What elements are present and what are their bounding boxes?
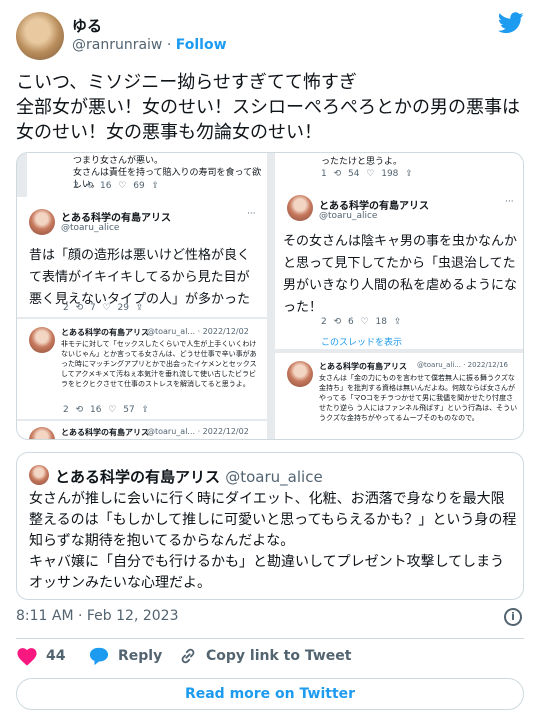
- twitter-bird-icon[interactable]: [498, 12, 524, 34]
- tweet-text: こいつ、ミソジニー拗らせすぎてて怖すぎ 全部女が悪い！女のせい！スシローぺろぺろ…: [16, 72, 520, 143]
- panel-meta: @toaru_ali... · 2022/12/16: [417, 361, 509, 369]
- panel-actions: 2 ⟲ 16 ♡ 69 ⇪: [73, 181, 160, 191]
- author-avatar[interactable]: [16, 12, 64, 60]
- panel-text: ったたけと思うよ。: [321, 157, 403, 167]
- tweet-timestamp[interactable]: 8:11 AM · Feb 12, 2023: [16, 608, 178, 624]
- panel-handle: @toaru_alice: [319, 211, 378, 221]
- panel-name: とある科学の有島アリス: [61, 213, 171, 224]
- image-panel-bottom-left: とある科学の有島アリス @toaru_al... · 2022/12/02 非モ…: [17, 319, 267, 419]
- separator-dot: ·: [166, 37, 172, 53]
- quoted-tweet[interactable]: とある科学の有島アリス @toaru_alice 女さんが推しに会いに行く時にダ…: [16, 452, 524, 600]
- show-thread-link: このスレッドを表示: [321, 338, 403, 348]
- copy-link-label: Copy link to Tweet: [206, 648, 352, 664]
- panel-handle: @toaru_alice: [61, 223, 120, 233]
- panel-actions: 2 ⟲ 7 ♡ 29 ⇪: [63, 303, 144, 313]
- quoted-author: とある科学の有島アリス @toaru_alice: [55, 466, 323, 487]
- read-more-button[interactable]: Read more on Twitter: [16, 678, 524, 710]
- heart-icon: [17, 648, 37, 666]
- panel-more-icon: ···: [505, 197, 514, 207]
- like-count: 44: [46, 648, 66, 664]
- panel-avatar: [29, 427, 55, 439]
- reply-button[interactable]: Reply: [88, 646, 162, 666]
- like-button[interactable]: 44: [16, 646, 65, 666]
- author-handle[interactable]: @ranrunraiw: [72, 37, 162, 53]
- panel-name: とある科学の有島アリス: [61, 328, 149, 337]
- divider: [16, 638, 524, 639]
- panel-actions: 1 ⟲ 54 ♡ 198 ⇪: [321, 169, 413, 179]
- panel-name: とある科学の有島アリス: [319, 201, 429, 212]
- copy-link-button[interactable]: Copy link to Tweet: [178, 646, 351, 666]
- panel-meta: @toaru_al... · 2022/12/02: [147, 427, 249, 436]
- author-handle-line: @ranrunraiw · Follow: [72, 37, 227, 53]
- panel-avatar: [29, 327, 55, 353]
- panel-text: 女さんは「金の力にものを言わせて僕若無人に振る舞うクズな金持ち」を批判する資格は…: [319, 374, 518, 422]
- panel-text: その女さんは陰キャ男の事を虫かなんかと思って見下してたから「虫退治してた男がいき…: [283, 234, 518, 315]
- panel-meta: @toaru_al... · 2022/12/02: [147, 327, 249, 336]
- quoted-handle: @toaru_alice: [225, 468, 323, 486]
- quoted-text: 女さんが推しに会いに行く時にダイエット、化粧、お洒落で身なりを最大限整えるのは「…: [29, 491, 517, 591]
- panel-name: とある科学の有島アリス: [61, 428, 149, 437]
- info-icon[interactable]: i: [504, 608, 522, 626]
- panel-avatar: [287, 195, 313, 221]
- panel-actions: 2 ⟲ 6 ♡ 18 ⇪: [321, 317, 402, 327]
- image-panel-bottom-right: とある科学の有島アリス @toaru_ali... · 2022/12/16 女…: [275, 353, 523, 439]
- panel-text: 昔は「顔の造形は悪いけど性格が良くて表情がイキイキしてるから見た目が悪く見えない…: [29, 248, 251, 307]
- panel-name: とある科学の有島アリス: [319, 362, 407, 371]
- quoted-avatar: [29, 465, 49, 485]
- panel-more-icon: ···: [247, 209, 256, 219]
- image-panel-mid-right: とある科学の有島アリス @toaru_alice ··· その女さんは陰キャ男の…: [275, 189, 523, 349]
- author-display-name[interactable]: ゆる: [72, 15, 102, 36]
- quoted-display-name: とある科学の有島アリス: [55, 468, 221, 486]
- panel-text: 非モテに対して「セックスしたくらいで人生が上手くいくわけないじゃん」とか言ってる…: [61, 340, 257, 388]
- panel-avatar: [287, 361, 313, 387]
- link-icon: [181, 648, 195, 664]
- image-panel-top-left: つまり女さんが悪い。 女さんは責任を持って賠入りの寿司を食って欲しい。 2 ⟲ …: [27, 153, 267, 197]
- panel-avatar: [29, 209, 55, 235]
- embedded-image[interactable]: つまり女さんが悪い。 女さんは責任を持って賠入りの寿司を食って欲しい。 2 ⟲ …: [16, 152, 524, 440]
- panel-actions: 2 ⟲ 16 ♡ 57 ⇪: [63, 405, 150, 415]
- reply-label: Reply: [118, 648, 163, 664]
- reply-bubble-icon: [89, 647, 109, 666]
- image-panel-mid-left: とある科学の有島アリス @toaru_alice ··· 昔は「顔の造形は悪いけ…: [17, 197, 267, 317]
- image-panel-bottom-left-2: とある科学の有島アリス @toaru_al... · 2022/12/02: [17, 421, 267, 439]
- follow-button[interactable]: Follow: [176, 37, 227, 53]
